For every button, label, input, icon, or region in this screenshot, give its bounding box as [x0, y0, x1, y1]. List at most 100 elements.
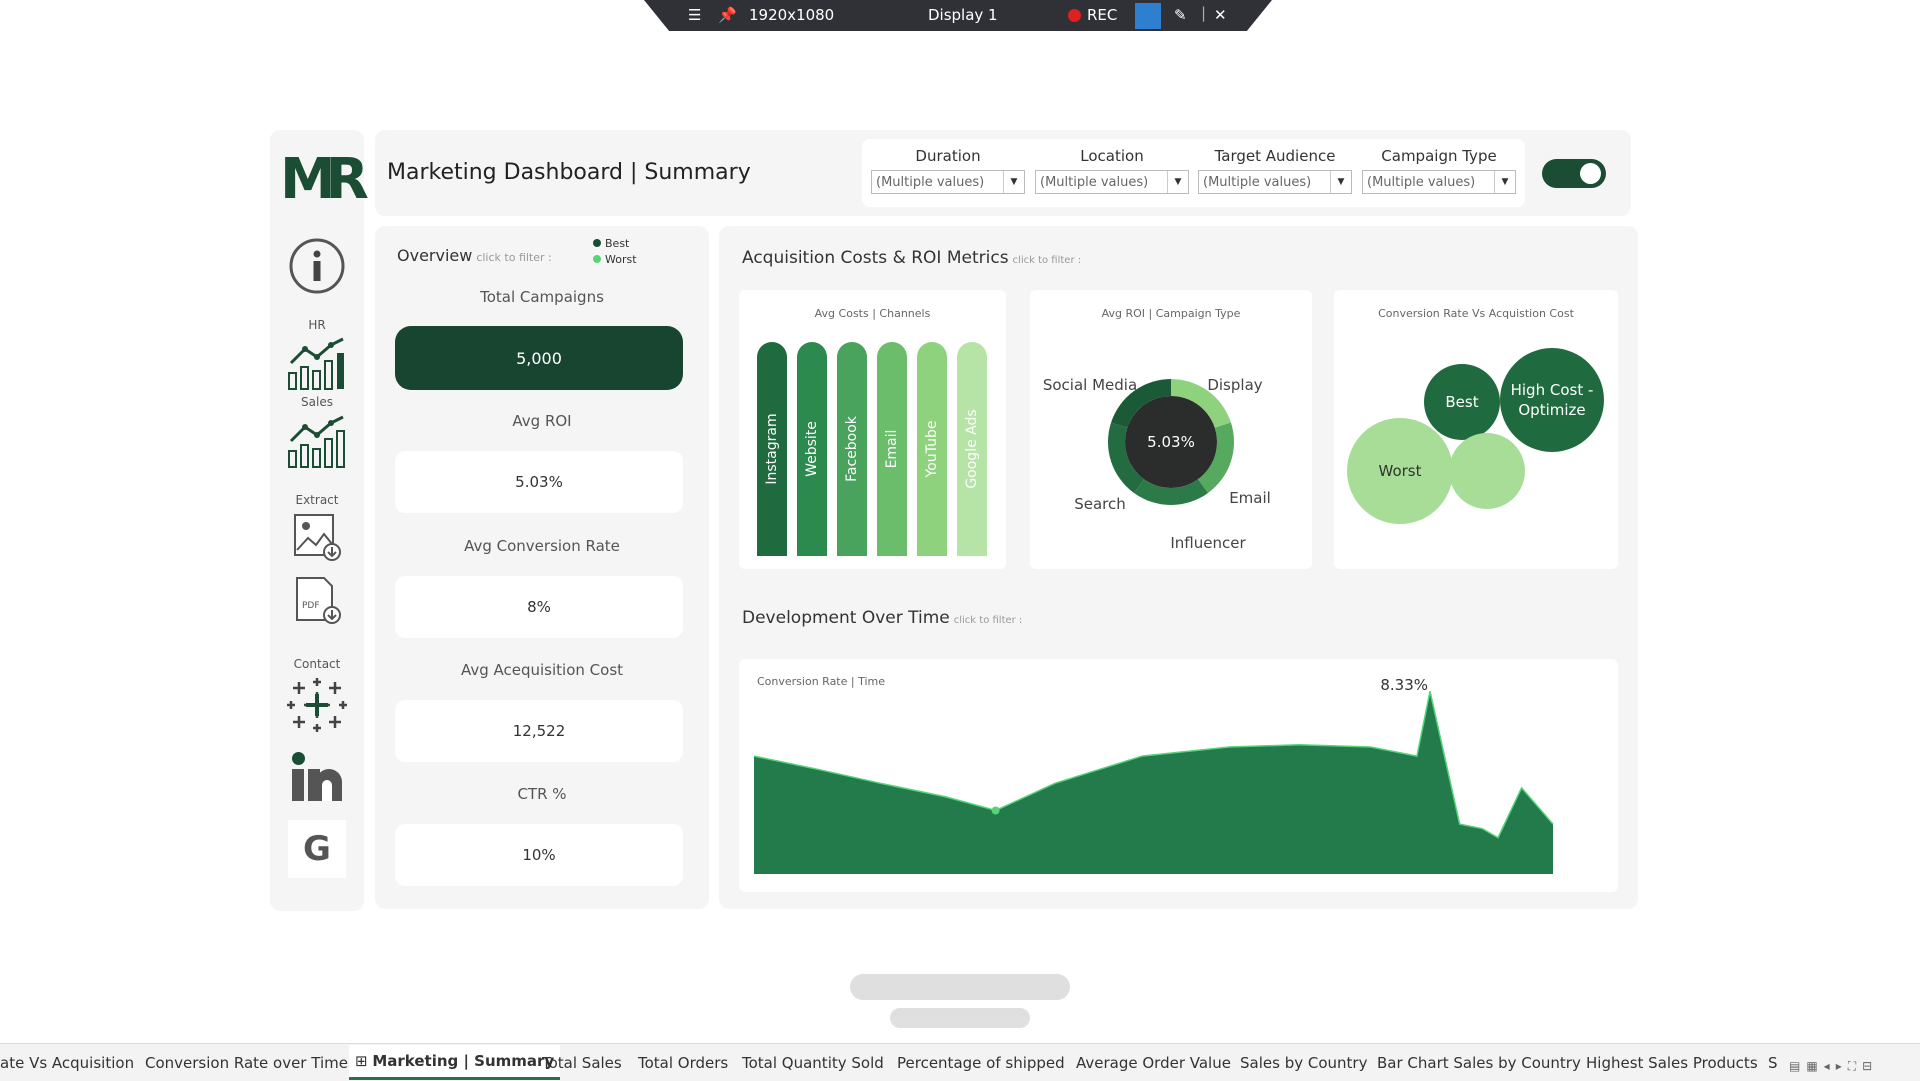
sidebar: MR HR Sales Extract PDF Contact G [270, 130, 369, 911]
donut-label: Search [1074, 495, 1126, 513]
bar-area: Instagram Website Facebook Email YouTube Goog… [757, 342, 997, 556]
kpi-avg-acquisition-cost[interactable]: 12,522 [395, 700, 683, 762]
bubble-unlabeled[interactable] [1449, 433, 1525, 509]
display-label: Display 1 [928, 6, 998, 24]
info-icon[interactable] [288, 237, 346, 295]
chevron-down-icon[interactable]: ▼ [1330, 171, 1351, 193]
avg-costs-chart: Avg Costs | Channels Instagram Website Fac… [739, 290, 1006, 569]
bar-label: Website [804, 421, 820, 477]
bar-instagram[interactable]: Instagram [757, 342, 787, 556]
color-swatch-button[interactable] [1135, 3, 1161, 29]
metrics-panel: Acquisition Costs & ROI Metrics click to … [719, 226, 1638, 909]
sales-label: Sales [301, 395, 333, 409]
filter-label: Target Audience [1214, 147, 1336, 165]
toggle-switch[interactable] [1542, 159, 1606, 188]
tableau-icon[interactable] [287, 676, 347, 734]
donut-center-label: 5.03% [1147, 433, 1195, 451]
filter-label: Duration [915, 147, 981, 165]
bubble-label: High Cost - [1511, 381, 1594, 399]
filter-duration: Duration (Multiple values) ▼ [871, 147, 1025, 194]
sheet-tab[interactable]: Total Sales [542, 1054, 622, 1072]
conversion-time-chart: Conversion Rate | Time 8.33% [739, 659, 1618, 892]
peak-label: 8.33% [1380, 676, 1428, 694]
extract-label: Extract [295, 493, 339, 507]
sheet-tab[interactable]: Highest Sales Products [1586, 1054, 1758, 1072]
kpi-label: Total Campaigns [480, 288, 604, 306]
chevron-down-icon[interactable]: ▼ [1167, 171, 1188, 193]
bar-label: Facebook [844, 416, 860, 482]
filter-campaign-type: Campaign Type (Multiple values) ▼ [1362, 147, 1516, 194]
target-audience-dropdown[interactable]: (Multiple values) ▼ [1198, 170, 1352, 194]
close-icon[interactable]: ✕ [1214, 6, 1227, 24]
chevron-down-icon[interactable]: ▼ [1494, 171, 1515, 193]
hr-label: HR [308, 318, 326, 332]
hr-chart-icon[interactable] [285, 335, 349, 391]
bar-label: YouTube [924, 420, 940, 478]
sheet-tab[interactable]: ⊞ Marketing | Summary [349, 1045, 561, 1080]
dashboard-icon: ⊞ [355, 1052, 373, 1070]
bubble-high-cost-optimize[interactable] [1500, 348, 1604, 452]
bubble-label: Best [1445, 393, 1478, 411]
bar-label: Email [884, 429, 900, 469]
menu-icon[interactable]: ☰ [688, 6, 701, 24]
resolution-label: 1920x1080 [749, 6, 835, 24]
area-svg: 8.33% [753, 676, 1554, 874]
min-point-marker[interactable] [991, 806, 1000, 815]
pin-icon[interactable]: 📌 [718, 6, 737, 24]
pdf-download-icon[interactable]: PDF [292, 575, 342, 625]
bar-youtube[interactable]: YouTube [917, 342, 947, 556]
sheet-tab[interactable]: Average Order Value [1076, 1054, 1231, 1072]
g-icon[interactable]: G [288, 820, 346, 878]
avg-roi-chart: Avg ROI | Campaign Type 5.03% Display Emai… [1030, 290, 1312, 569]
bar-email[interactable]: Email [877, 342, 907, 556]
location-dropdown[interactable]: (Multiple values) ▼ [1035, 170, 1189, 194]
overview-legend: Best Worst [593, 236, 637, 268]
kpi-avg-roi[interactable]: 5.03% [395, 451, 683, 513]
pen-icon[interactable]: ✎ [1174, 6, 1187, 24]
bubble-label: Optimize [1518, 401, 1585, 419]
logo: MR [280, 147, 369, 212]
bubble-svg: Best High Cost - Optimize Worst [1347, 348, 1604, 524]
bar-google-ads[interactable]: Google Ads [957, 342, 987, 556]
kpi-label: Avg Conversion Rate [464, 537, 620, 555]
contact-label: Contact [293, 657, 341, 671]
bubble-label: Worst [1379, 462, 1422, 480]
donut-label: Display [1207, 376, 1262, 394]
sales-chart-icon[interactable] [285, 413, 349, 469]
sheet-tab[interactable]: Bar Chart Sales by Country [1377, 1054, 1581, 1072]
duration-dropdown[interactable]: (Multiple values) ▼ [871, 170, 1025, 194]
sheet-tab[interactable]: Total Orders [638, 1054, 728, 1072]
image-download-icon[interactable] [292, 512, 342, 562]
filter-label: Location [1080, 147, 1144, 165]
overview-title: Overview click to filter : [397, 246, 552, 265]
legend-worst[interactable]: Worst [593, 252, 637, 268]
rec-label[interactable]: REC [1087, 6, 1117, 24]
sheet-tab[interactable]: Conversion Rate over Time [145, 1054, 348, 1072]
acquisition-title: Acquisition Costs & ROI Metrics click to … [742, 248, 1082, 268]
page-title: Marketing Dashboard | Summary [387, 160, 751, 185]
sheet-tab[interactable]: Sales by Country [1240, 1054, 1367, 1072]
campaign-type-dropdown[interactable]: (Multiple values) ▼ [1362, 170, 1516, 194]
kpi-avg-conversion-rate[interactable]: 8% [395, 576, 683, 638]
kpi-ctr[interactable]: 10% [395, 824, 683, 886]
tab-nav-controls[interactable]: ▤▦◂▸⛶⊟ [1789, 1059, 1878, 1074]
development-title: Development Over Time click to filter : [742, 608, 1023, 628]
svg-text:PDF: PDF [302, 601, 320, 611]
watermark-logo [850, 964, 1070, 1044]
divider: | [1201, 4, 1207, 22]
sheet-tab[interactable]: ate Vs Acquisition [0, 1054, 134, 1072]
conversion-vs-cost-chart: Conversion Rate Vs Acquistion Cost Best H… [1334, 290, 1618, 569]
sheet-tab[interactable]: Total Quantity Sold [742, 1054, 884, 1072]
bar-facebook[interactable]: Facebook [837, 342, 867, 556]
kpi-total-campaigns[interactable]: 5,000 [395, 326, 683, 390]
linkedin-icon[interactable] [288, 746, 348, 806]
bar-label: Google Ads [964, 409, 980, 489]
chart-title: Avg Costs | Channels [814, 307, 931, 320]
conversion-area[interactable] [754, 691, 1553, 874]
sheet-tab[interactable]: Percentage of shipped [897, 1054, 1065, 1072]
bar-website[interactable]: Website [797, 342, 827, 556]
chevron-down-icon[interactable]: ▼ [1003, 171, 1024, 193]
legend-best[interactable]: Best [593, 236, 637, 252]
sheet-tab[interactable]: S [1768, 1054, 1778, 1072]
recording-toolbar: ☰ 📌 1920x1080 Display 1 REC ✎ | ✕ [644, 0, 1272, 31]
